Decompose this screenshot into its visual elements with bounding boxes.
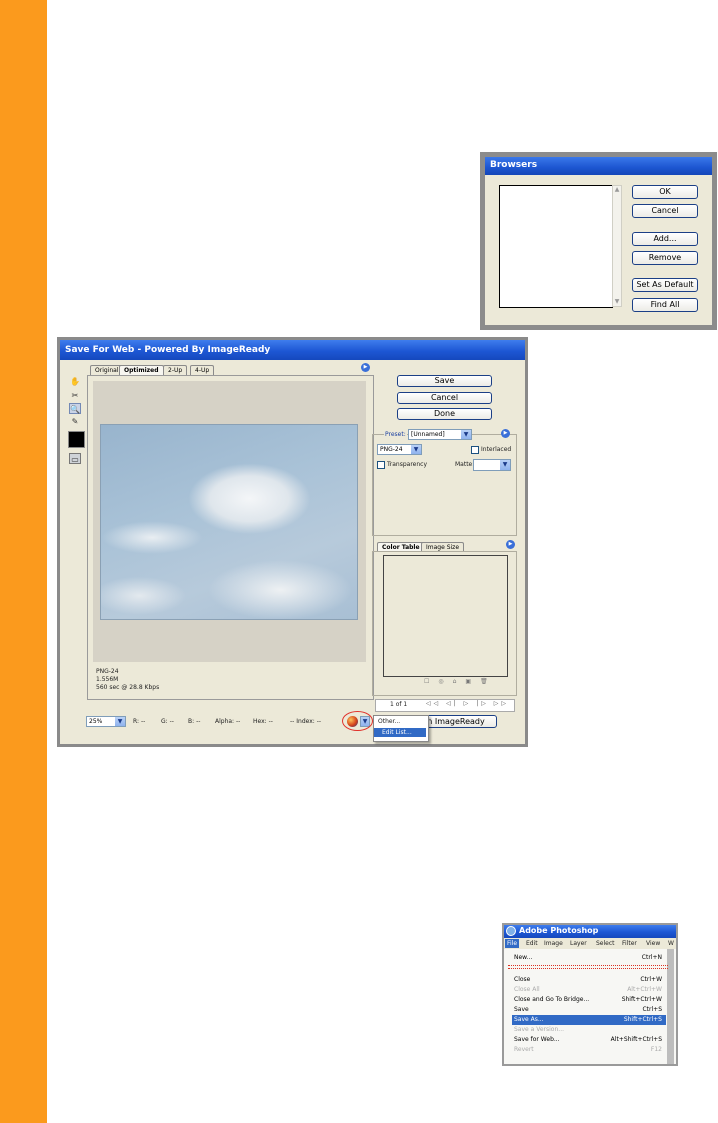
sfw-title: Save For Web - Powered By ImageReady bbox=[65, 345, 271, 355]
paging-label: 1 of 1 bbox=[390, 701, 408, 708]
cancel-button[interactable]: Cancel bbox=[397, 392, 492, 404]
status-g: G: -- bbox=[161, 718, 174, 725]
menu-item-close-go-bridge[interactable]: Close and Go To Bridge... Shift+Ctrl+W bbox=[512, 995, 666, 1005]
cloud-image bbox=[100, 424, 358, 620]
tab-4up[interactable]: 4-Up bbox=[190, 365, 215, 375]
toggle-slices-icon[interactable]: ▭ bbox=[69, 453, 81, 464]
browsers-list[interactable] bbox=[499, 185, 613, 308]
chevron-down-icon: ▼ bbox=[411, 445, 421, 454]
ps-title: Adobe Photoshop bbox=[519, 926, 599, 935]
browsers-add-button[interactable]: Add... bbox=[632, 232, 698, 246]
menu-item-edit-list[interactable]: Edit List... bbox=[374, 728, 426, 737]
tab-optimized[interactable]: Optimized bbox=[119, 365, 164, 375]
format-value: PNG-24 bbox=[380, 446, 403, 453]
chevron-down-icon: ▼ bbox=[461, 430, 471, 439]
status-alpha: Alpha: -- bbox=[215, 718, 241, 725]
photoshop-window: Adobe Photoshop File Edit Image Layer Se… bbox=[502, 923, 678, 1066]
menu-item-revert[interactable]: Revert F12 bbox=[512, 1045, 666, 1055]
hand-tool-icon[interactable]: ✋ bbox=[69, 376, 81, 387]
menu-separator-dotted bbox=[508, 965, 668, 966]
matte-select[interactable]: ▼ bbox=[473, 459, 511, 471]
zoom-value: 25% bbox=[89, 718, 103, 725]
image-info-format: PNG-24 bbox=[96, 668, 119, 675]
scroll-up-icon[interactable]: ▲ bbox=[613, 186, 621, 194]
eyedropper-color-swatch[interactable] bbox=[68, 431, 85, 448]
menubar-filter[interactable]: Filter bbox=[622, 940, 637, 947]
highlight-circle bbox=[342, 711, 373, 731]
paging-buttons[interactable]: ◁◁ ◁| ▷ |▷ ▷▷ bbox=[426, 700, 509, 707]
menu-item-close[interactable]: Close Ctrl+W bbox=[512, 975, 666, 985]
menu-item-close-all[interactable]: Close All Alt+Ctrl+W bbox=[512, 985, 666, 995]
chevron-down-icon: ▼ bbox=[500, 460, 510, 470]
browsers-ok-button[interactable]: OK bbox=[632, 185, 698, 199]
image-info-download: 560 sec @ 28.8 Kbps bbox=[96, 684, 160, 691]
format-select[interactable]: PNG-24 ▼ bbox=[377, 444, 422, 455]
browsers-list-scrollbar[interactable]: ▲ ▼ bbox=[612, 185, 622, 307]
zoom-select[interactable]: 25% ▼ bbox=[86, 716, 126, 727]
status-index: -- Index: -- bbox=[290, 718, 322, 725]
save-for-web-window: Save For Web - Powered By ImageReady ✋ ✂… bbox=[57, 337, 528, 747]
image-info-size: 1.556M bbox=[96, 676, 119, 683]
orange-side-bar bbox=[0, 0, 47, 1123]
eyedropper-tool-icon[interactable]: ✎ bbox=[69, 416, 81, 427]
chevron-down-icon: ▼ bbox=[115, 717, 125, 726]
preview-button-label: in ImageReady bbox=[425, 717, 485, 726]
browsers-remove-button[interactable]: Remove bbox=[632, 251, 698, 265]
done-button[interactable]: Done bbox=[397, 408, 492, 420]
status-hex: Hex: -- bbox=[253, 718, 273, 725]
menu-item-save-as[interactable]: Save As... Shift+Ctrl+S bbox=[512, 1015, 666, 1025]
menu-item-save-version[interactable]: Save a Version... bbox=[512, 1025, 666, 1035]
menu-separator-dotted bbox=[508, 968, 668, 969]
menubar-edit[interactable]: Edit bbox=[526, 940, 538, 947]
photoshop-icon bbox=[506, 926, 516, 936]
menu-item-other[interactable]: Other... bbox=[378, 718, 400, 725]
menubar-layer[interactable]: Layer bbox=[570, 940, 587, 947]
menu-scrollbar[interactable] bbox=[667, 949, 674, 1064]
color-table-icons: ☐◎⌂▣🗑 bbox=[424, 678, 497, 685]
status-r: R: -- bbox=[133, 718, 146, 725]
color-table-area[interactable] bbox=[383, 555, 508, 677]
preset-value: [Unnamed] bbox=[411, 431, 445, 438]
menubar-image[interactable]: Image bbox=[544, 940, 563, 947]
menu-item-save-for-web[interactable]: Save for Web... Alt+Shift+Ctrl+S bbox=[512, 1035, 666, 1045]
browsers-cancel-button[interactable]: Cancel bbox=[632, 204, 698, 218]
transparency-checkbox[interactable] bbox=[377, 461, 385, 469]
preset-select[interactable]: [Unnamed] ▼ bbox=[408, 429, 472, 440]
preset-label: Preset: bbox=[384, 431, 407, 438]
browsers-dialog: Browsers ▲ ▼ OK Cancel Add... Remove Set… bbox=[480, 152, 717, 330]
tab-2up[interactable]: 2-Up bbox=[163, 365, 188, 375]
scroll-down-icon[interactable]: ▼ bbox=[613, 298, 621, 306]
settings-menu-icon[interactable]: ▶ bbox=[501, 429, 510, 438]
menubar-select[interactable]: Select bbox=[596, 940, 615, 947]
preview-menu-icon[interactable]: ▶ bbox=[361, 363, 370, 372]
interlaced-label: Interlaced bbox=[481, 446, 512, 453]
browsers-title: Browsers bbox=[490, 160, 538, 170]
status-b: B: -- bbox=[188, 718, 201, 725]
color-table-menu-icon[interactable]: ▶ bbox=[506, 540, 515, 549]
menu-item-save[interactable]: Save Ctrl+S bbox=[512, 1005, 666, 1015]
menubar-file[interactable]: File bbox=[505, 939, 520, 948]
interlaced-checkbox[interactable] bbox=[471, 446, 479, 454]
transparency-label: Transparency bbox=[387, 461, 428, 468]
menu-item-new[interactable]: New... Ctrl+N bbox=[512, 953, 666, 963]
matte-label: Matte: bbox=[455, 461, 475, 468]
browsers-find-all-button[interactable]: Find All bbox=[632, 298, 698, 312]
browsers-set-default-button[interactable]: Set As Default bbox=[632, 278, 698, 292]
slice-select-tool-icon[interactable]: ✂ bbox=[69, 390, 81, 401]
menubar-view[interactable]: View bbox=[646, 940, 660, 947]
zoom-tool-icon[interactable]: 🔍 bbox=[69, 403, 81, 414]
save-button[interactable]: Save bbox=[397, 375, 492, 387]
preview-in-imageready-button[interactable]: in ImageReady bbox=[418, 715, 497, 728]
menubar-window[interactable]: W bbox=[668, 940, 674, 947]
